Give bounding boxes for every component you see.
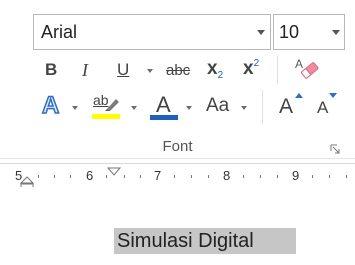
ruler-number: 8 — [223, 168, 231, 183]
clear-formatting-icon[interactable]: A — [294, 55, 320, 81]
font-color-dropdown-icon[interactable] — [186, 106, 192, 110]
underline-dropdown-icon[interactable] — [147, 69, 153, 73]
font-size-combobox[interactable]: 10 — [273, 14, 345, 50]
grow-font-button[interactable]: A — [279, 93, 305, 121]
ribbon-bottom-divider — [0, 158, 355, 159]
font-color-bar — [150, 115, 178, 120]
highlight-color-bar — [92, 114, 120, 119]
svg-text:A: A — [295, 57, 303, 71]
change-case-dropdown-icon[interactable] — [241, 106, 247, 110]
font-name-dropdown-icon[interactable] — [257, 30, 265, 35]
underline-button[interactable]: U — [117, 60, 129, 80]
ruler-number: 9 — [292, 168, 300, 183]
bold-button[interactable]: B — [45, 60, 57, 80]
shrink-font-arrow-icon — [329, 93, 337, 98]
ribbon-font-group: Arial 10 B I U abc x2 x2 A A ab A Aa A A… — [0, 0, 355, 163]
highlight-dropdown-icon[interactable] — [131, 106, 137, 110]
strikethrough-button[interactable]: abc — [166, 61, 190, 81]
subscript-mark: 2 — [217, 70, 224, 81]
horizontal-ruler[interactable]: 5 6 7 8 9 — [0, 163, 355, 193]
font-color-button[interactable]: A — [149, 92, 179, 122]
text-effects-dropdown-icon[interactable] — [72, 106, 78, 110]
superscript-base: x — [243, 58, 254, 79]
ruler-number: 6 — [86, 168, 94, 183]
font-name-combobox[interactable]: Arial — [33, 14, 271, 50]
shrink-font-label: A — [317, 98, 329, 117]
ruler-number: 7 — [154, 168, 162, 183]
highlight-button[interactable]: ab — [91, 92, 121, 122]
font-group-label: Font — [162, 138, 193, 155]
superscript-mark: 2 — [253, 58, 260, 69]
selected-document-text[interactable]: Simulasi Digital — [114, 228, 296, 254]
font-size-value: 10 — [279, 22, 300, 42]
shrink-font-button[interactable]: A — [317, 93, 343, 121]
italic-button[interactable]: I — [82, 60, 88, 80]
superscript-button[interactable]: x2 — [243, 58, 259, 80]
subscript-button[interactable]: x2 — [207, 58, 223, 81]
font-name-value: Arial — [41, 22, 78, 42]
change-case-button[interactable]: Aa — [206, 95, 229, 117]
font-size-dropdown-icon[interactable] — [332, 30, 340, 35]
first-line-indent-marker-icon[interactable] — [106, 164, 122, 182]
text-effects-button[interactable]: A — [41, 92, 60, 120]
grow-font-arrow-icon — [295, 93, 303, 98]
subscript-base: x — [207, 58, 218, 79]
grow-font-label: A — [279, 95, 294, 118]
font-dialog-launcher-icon[interactable] — [330, 142, 341, 154]
